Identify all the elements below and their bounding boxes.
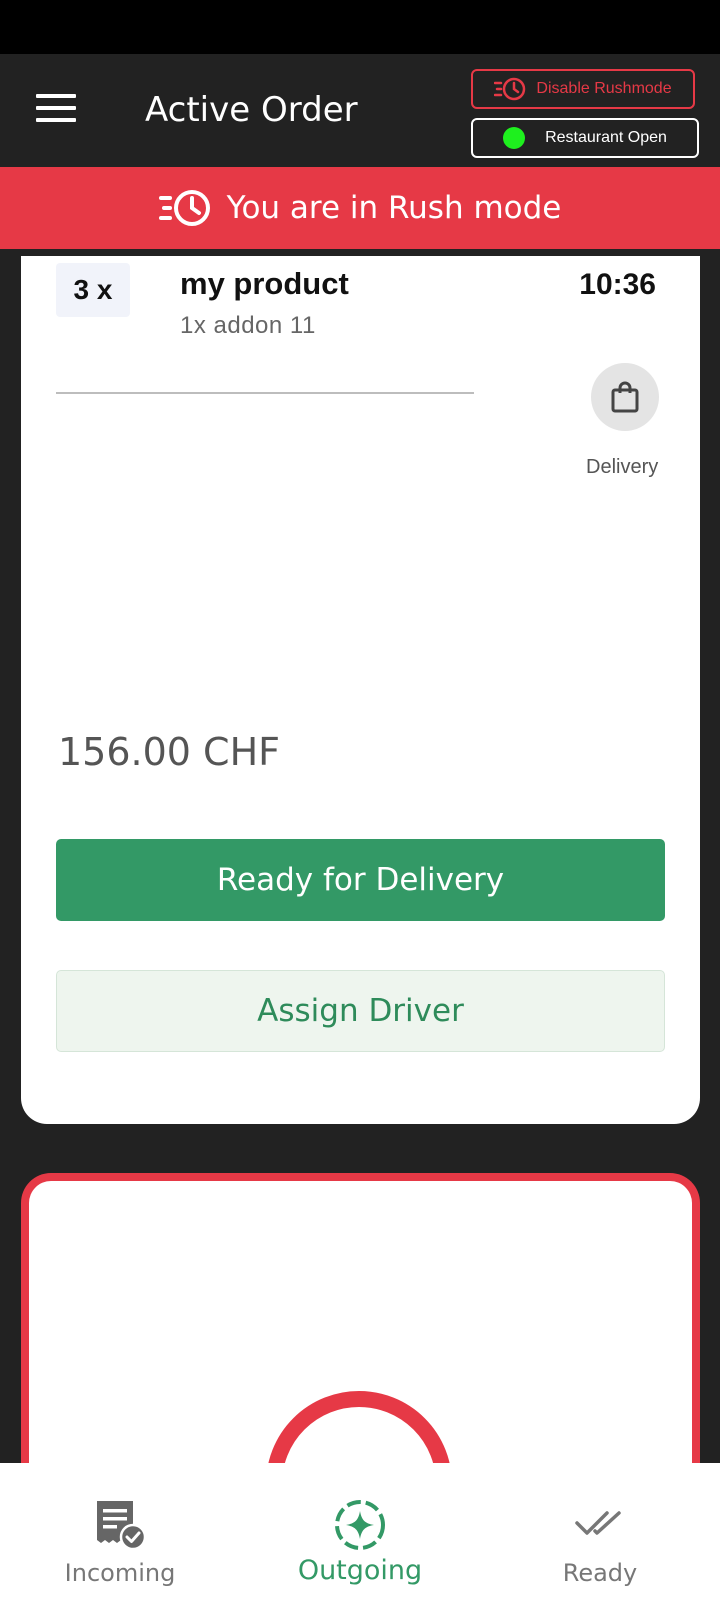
product-name: my product bbox=[180, 266, 349, 301]
order-type-badge bbox=[591, 363, 659, 431]
order-time: 10:36 bbox=[579, 268, 656, 301]
disable-rushmode-button[interactable]: Disable Rushmode bbox=[471, 69, 695, 109]
rush-mode-text: You are in Rush mode bbox=[226, 190, 562, 226]
nav-item-ready[interactable]: Ready bbox=[480, 1463, 720, 1600]
nav-item-outgoing[interactable]: Outgoing bbox=[240, 1463, 480, 1600]
quantity-badge: 3 x bbox=[56, 263, 130, 317]
restaurant-status-label: Restaurant Open bbox=[545, 129, 667, 146]
status-dot-icon bbox=[503, 127, 526, 149]
bottom-nav: Incoming Outgoing Ready bbox=[0, 1463, 720, 1600]
rush-mode-banner: You are in Rush mode bbox=[0, 167, 720, 249]
loading-spinner bbox=[266, 1391, 452, 1473]
order-card: 3 x my product 1x addon 11 10:36 Deliver… bbox=[21, 256, 700, 1124]
next-order-card bbox=[21, 1173, 700, 1473]
double-check-icon bbox=[575, 1511, 621, 1535]
assign-driver-button[interactable]: Assign Driver bbox=[56, 970, 665, 1052]
ready-for-delivery-button[interactable]: Ready for Delivery bbox=[56, 839, 665, 921]
nav-label-outgoing: Outgoing bbox=[297, 1555, 423, 1586]
menu-button[interactable] bbox=[34, 94, 78, 126]
nav-label-incoming: Incoming bbox=[64, 1559, 176, 1587]
status-bar bbox=[0, 0, 720, 54]
sparkle-circle-icon bbox=[335, 1500, 385, 1550]
nav-label-ready: Ready bbox=[562, 1559, 638, 1587]
order-price: 156.00 CHF bbox=[58, 730, 281, 774]
receipt-check-icon bbox=[97, 1501, 147, 1551]
nav-item-incoming[interactable]: Incoming bbox=[0, 1463, 240, 1600]
restaurant-status-button[interactable]: Restaurant Open bbox=[471, 118, 699, 158]
app-header: Active Order Disable Rushmode Restaurant… bbox=[0, 54, 720, 167]
disable-rushmode-label: Disable Rushmode bbox=[536, 80, 672, 97]
divider bbox=[56, 392, 474, 394]
page-title: Active Order bbox=[145, 90, 358, 130]
menu-icon bbox=[36, 94, 76, 98]
shopping-bag-icon bbox=[611, 381, 639, 413]
addon-text: 1x addon 11 bbox=[180, 312, 316, 339]
rush-clock-icon bbox=[158, 190, 210, 226]
rush-clock-icon bbox=[494, 77, 526, 101]
order-type-label: Delivery bbox=[586, 456, 659, 478]
